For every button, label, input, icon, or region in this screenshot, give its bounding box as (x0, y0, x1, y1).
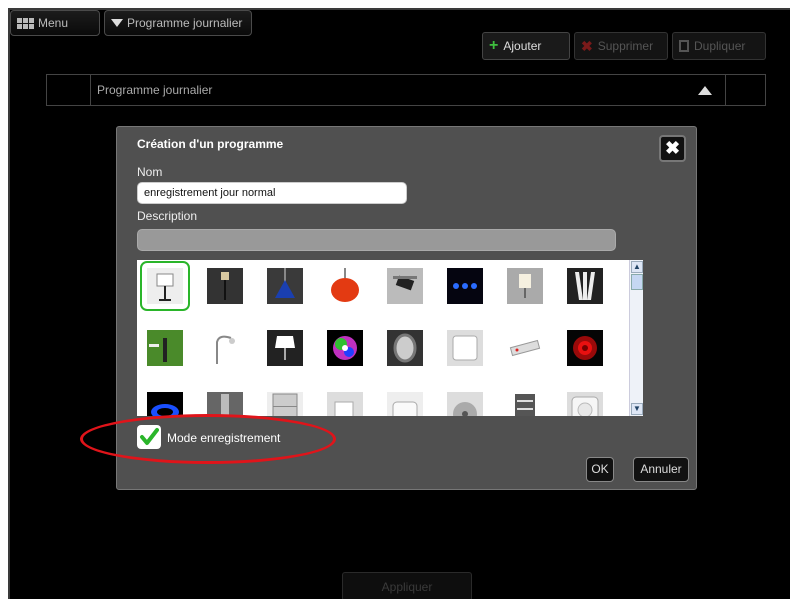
triangle-up-icon (698, 85, 712, 95)
gallery-item[interactable] (145, 390, 185, 416)
gallery-item[interactable] (205, 390, 245, 416)
programme-dropdown[interactable]: Programme journalier (104, 10, 252, 36)
gallery-item[interactable] (265, 390, 305, 416)
blue-pendant-lamp-icon (267, 268, 303, 304)
rgb-color-bulb-icon (327, 330, 363, 366)
gallery-item[interactable] (505, 266, 545, 306)
red-hotplate-icon (567, 330, 603, 366)
orange-pendant-lamp-icon (327, 268, 363, 304)
delete-button-label: Supprimer (597, 39, 654, 53)
dialog-title: Création d'un programme (137, 137, 284, 151)
gallery-item[interactable] (325, 266, 365, 306)
description-input[interactable] (137, 229, 616, 251)
table-lamp-icon (267, 330, 303, 366)
mode-label: Mode enregistrement (167, 431, 281, 445)
description-label: Description (137, 209, 198, 223)
mode-checkbox[interactable] (137, 425, 161, 449)
gallery-item[interactable] (565, 390, 605, 416)
delete-button[interactable]: ✖ Supprimer (574, 32, 668, 60)
close-button[interactable]: ✖ (659, 135, 686, 162)
power-strip-icon (507, 330, 543, 366)
gallery-item[interactable] (325, 328, 365, 368)
add-button[interactable]: + Ajouter (482, 32, 570, 60)
fluorescent-tubes-icon (567, 268, 603, 304)
gallery-item[interactable] (265, 328, 305, 368)
gallery-item[interactable] (205, 328, 245, 368)
programme-row[interactable]: Programme journalier (46, 74, 766, 106)
floor-lamp-icon (147, 268, 183, 304)
close-icon: ✖ (664, 138, 681, 158)
programme-dropdown-label: Programme journalier (127, 16, 243, 30)
programme-row-label: Programme journalier (97, 83, 213, 97)
check-icon (140, 428, 159, 445)
toaster-icon (387, 392, 423, 416)
add-button-label: Ajouter (503, 39, 542, 53)
towel-radiator-icon (507, 392, 543, 416)
wall-switch-icon (447, 330, 483, 366)
gallery-item[interactable] (385, 266, 425, 306)
gallery-item[interactable] (140, 261, 190, 311)
grid-menu-icon (17, 17, 34, 29)
cancel-button[interactable]: Annuler (633, 457, 689, 482)
coffee-mug-icon (327, 392, 363, 416)
gallery-item[interactable] (385, 390, 425, 416)
wall-sconce-icon (507, 268, 543, 304)
gallery-item[interactable] (325, 390, 365, 416)
duplicate-button[interactable]: Dupliquer (672, 32, 766, 60)
programme-row-right-cell (725, 75, 765, 105)
wall-socket-icon (567, 392, 603, 416)
garden-bollard-light-icon (147, 330, 183, 366)
gallery-item[interactable] (445, 328, 485, 368)
gallery-item[interactable] (145, 328, 185, 368)
triangle-down-icon (111, 19, 123, 27)
document-icon (679, 40, 689, 52)
name-input[interactable] (137, 182, 407, 204)
duplicate-button-label: Dupliquer (694, 39, 746, 53)
gallery-item[interactable] (565, 266, 605, 306)
tall-lamp-icon (207, 392, 243, 416)
gas-burner-icon (147, 392, 183, 416)
gallery-item[interactable] (445, 390, 485, 416)
plus-icon: + (489, 37, 499, 54)
fan-icon (447, 392, 483, 416)
gallery-item[interactable] (265, 266, 305, 306)
scroll-up-icon[interactable]: ▲ (631, 261, 643, 273)
outdoor-bulkhead-light-icon (387, 330, 423, 366)
create-programme-dialog: Création d'un programme ✖ Nom Descriptio… (116, 126, 697, 490)
gallery-item[interactable] (205, 266, 245, 306)
icon-grid (140, 261, 619, 416)
blue-led-strip-icon (447, 268, 483, 304)
scroll-down-icon[interactable]: ▼ (631, 403, 643, 415)
gallery-item[interactable] (505, 328, 545, 368)
collapse-toggle[interactable] (685, 85, 725, 95)
scroll-thumb[interactable] (631, 274, 643, 290)
gallery-item[interactable] (445, 266, 485, 306)
icon-gallery: ▲ ▼ (137, 260, 643, 416)
menu-button-label: Menu (38, 16, 69, 30)
name-label: Nom (137, 165, 163, 179)
arc-floor-lamp-icon (207, 330, 243, 366)
gallery-item[interactable] (505, 390, 545, 416)
refrigerator-icon (267, 392, 303, 416)
gallery-item[interactable] (385, 328, 425, 368)
menu-button[interactable]: Menu (10, 10, 100, 36)
gallery-item[interactable] (565, 328, 605, 368)
spotlight-icon (387, 268, 423, 304)
programme-row-left-cell (47, 75, 91, 105)
ok-button[interactable]: OK (586, 457, 614, 482)
standing-lamp-icon (207, 268, 243, 304)
delete-x-icon: ✖ (581, 37, 593, 54)
gallery-scrollbar[interactable]: ▲ ▼ (629, 260, 643, 416)
apply-button[interactable]: Appliquer (342, 572, 472, 599)
